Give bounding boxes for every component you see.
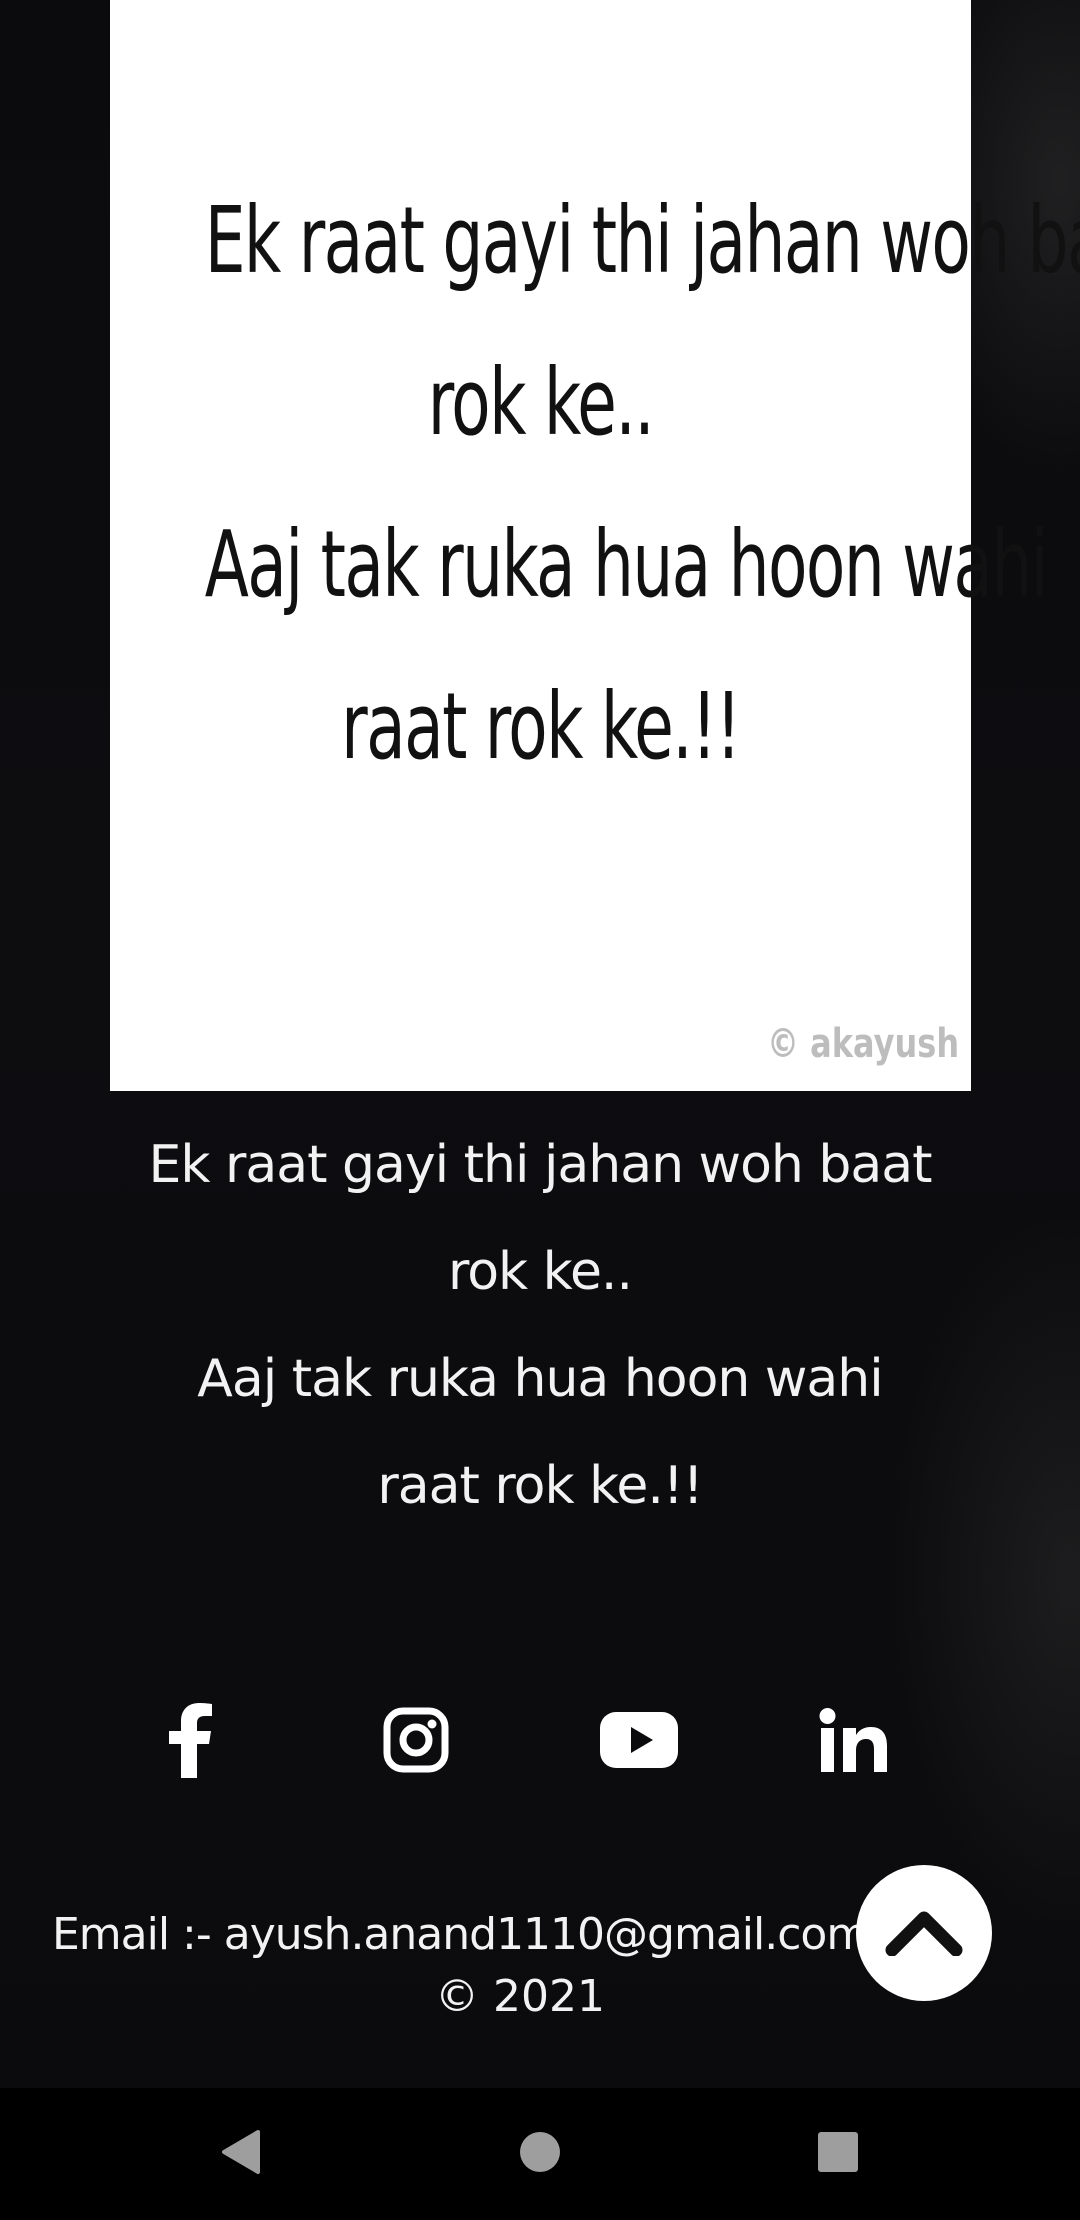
caption-line: Aaj tak ruka hua hoon wahi [197, 1349, 883, 1409]
quote-image: Ek raat gayi thi jahan woh baat rok ke..… [110, 0, 1080, 1091]
quote-image-line: raat rok ke.!! [341, 673, 741, 780]
home-icon [518, 2130, 562, 2178]
quote-image-line: rok ke.. [427, 349, 655, 456]
watermark: © akayush [766, 1021, 959, 1067]
social-links [0, 1700, 1080, 1780]
instagram-icon[interactable] [371, 1700, 461, 1780]
quote-image-line: Ek raat gayi thi jahan woh baat [204, 187, 1080, 294]
youtube-icon[interactable] [594, 1700, 684, 1780]
facebook-icon[interactable] [146, 1700, 236, 1780]
quote-image-line: Aaj tak ruka hua hoon wahi [204, 511, 1049, 618]
scroll-to-top-button[interactable] [856, 1865, 992, 2001]
footer-email[interactable]: Email :- ayush.anand1110@gmail.com | Ak_ [52, 1905, 984, 1965]
recents-icon [816, 2130, 860, 2178]
recents-button[interactable] [808, 2124, 868, 2184]
system-navigation-bar [0, 2088, 1080, 2220]
page: Ek raat gayi thi jahan woh baat rok ke..… [0, 0, 1080, 2220]
caption-line: raat rok ke.!! [377, 1456, 703, 1516]
quote-image-text: Ek raat gayi thi jahan woh baat rok ke..… [204, 160, 1080, 808]
back-icon [218, 2128, 262, 2180]
home-button[interactable] [510, 2124, 570, 2184]
back-button[interactable] [210, 2124, 270, 2184]
linkedin-icon[interactable] [808, 1700, 898, 1780]
caption-line: rok ke.. [447, 1242, 633, 1302]
chevron-up-icon [884, 1906, 964, 1960]
quote-caption: Ek raat gayi thi jahan woh baat rok ke..… [0, 1112, 1080, 1540]
caption-line: Ek raat gayi thi jahan woh baat [148, 1135, 932, 1195]
